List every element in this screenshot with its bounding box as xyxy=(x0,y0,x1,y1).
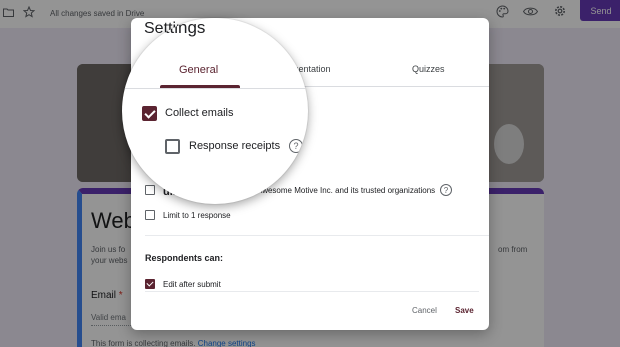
edit-after-submit-checkbox[interactable] xyxy=(145,279,155,289)
tab-quizzes[interactable]: Quizzes xyxy=(412,64,445,74)
magnified-tabs-divider xyxy=(122,88,308,89)
help-icon[interactable]: ? xyxy=(440,184,452,196)
response-receipts-checkbox[interactable] xyxy=(165,139,180,154)
save-button[interactable]: Save xyxy=(455,306,474,315)
requires-sign-in-checkbox[interactable] xyxy=(145,185,155,195)
requires-sign-in-organization: Awesome Motive Inc. and its trusted orga… xyxy=(257,186,436,195)
footer-divider xyxy=(145,291,479,292)
cancel-button[interactable]: Cancel xyxy=(412,306,437,315)
edit-after-submit-label: Edit after submit xyxy=(163,280,221,289)
limit-one-response-checkbox[interactable] xyxy=(145,210,155,220)
tab-general[interactable]: General xyxy=(179,64,218,76)
section-divider xyxy=(145,235,489,236)
response-receipts-help-icon[interactable]: ? xyxy=(289,139,303,153)
collect-emails-label: Collect emails xyxy=(165,107,234,119)
collect-emails-checkbox[interactable] xyxy=(142,106,157,121)
magnifier-lens: Settings General Collect emails Response… xyxy=(122,18,308,204)
limit-one-response-label: Limit to 1 response xyxy=(163,211,231,220)
response-receipts-label: Response receipts xyxy=(189,140,281,152)
respondents-can-heading: Respondents can: xyxy=(145,253,224,263)
magnified-dialog-title: Settings xyxy=(144,18,206,37)
